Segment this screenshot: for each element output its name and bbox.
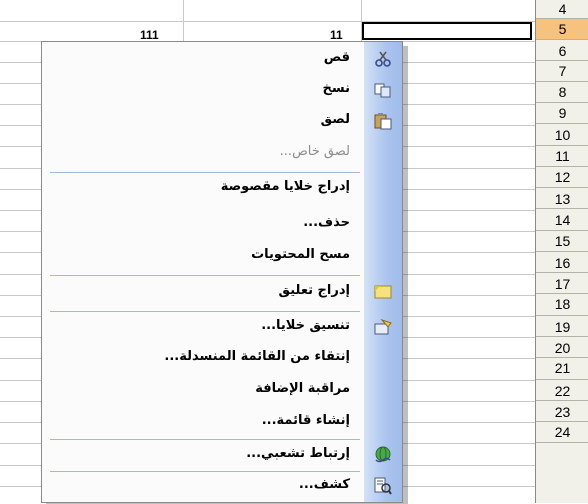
cell-value[interactable]: 11 [330,28,343,42]
menu-separator [50,439,360,440]
menu-item-pick-from-list[interactable]: إنتقاء من القائمة المنسدلة... [42,347,402,370]
menu-item-delete[interactable]: حذف... [42,213,402,236]
menu-separator [50,311,360,312]
menu-separator [50,275,360,276]
row-header[interactable]: 10 [536,124,588,146]
hyperlink-icon [373,446,393,464]
row-header[interactable]: 15 [536,231,588,252]
row-header[interactable]: 17 [536,273,588,294]
format-cells-icon [373,318,393,336]
paste-icon [373,112,393,130]
menu-item-label: إنشاء قائمة... [261,413,350,428]
row-header[interactable]: 12 [536,167,588,188]
row-header[interactable]: 18 [536,294,588,316]
row-header[interactable]: 19 [536,316,588,337]
scissors-icon [373,50,393,68]
lookup-icon [373,477,393,495]
menu-item-label: حذف... [303,215,350,230]
row-header[interactable]: 20 [536,337,588,358]
menu-item-label: إدراج تعليق [278,283,350,298]
menu-item-label: لصق خاص... [279,144,350,159]
menu-item-insert-cut-cells[interactable]: إدراج خلايا مقصوصة [42,177,402,200]
menu-item-label: تنسيق خلايا... [261,318,350,333]
menu-item-lookup[interactable]: كشف... [42,475,402,498]
row-header[interactable]: 21 [536,358,588,380]
menu-item-add-watch[interactable]: مراقبة الإضافة [42,379,402,402]
row-header[interactable]: 14 [536,209,588,231]
selected-cell[interactable] [362,22,532,40]
menu-item-clear-contents[interactable]: مسح المحتويات [42,245,402,268]
menu-item-insert-comment[interactable]: إدراج تعليق [42,281,402,304]
menu-item-label: قص [323,50,350,65]
menu-item-paste[interactable]: لصق [42,110,402,133]
menu-separator [50,471,360,472]
menu-item-label: كشف... [298,477,350,492]
row-header[interactable]: 23 [536,401,588,422]
menu-separator [50,172,360,173]
menu-item-label: إدراج خلايا مقصوصة [220,179,350,194]
row-header[interactable]: 22 [536,380,588,401]
row-header[interactable]: 7 [536,61,588,82]
menu-item-label: لصق [320,112,350,127]
menu-item-label: إرتباط تشعبي... [246,446,350,461]
menu-item-label: إنتقاء من القائمة المنسدلة... [164,349,350,364]
menu-item-create-list[interactable]: إنشاء قائمة... [42,411,402,434]
menu-item-paste-special[interactable]: لصق خاص... [42,142,402,165]
row-header[interactable]: 8 [536,82,588,103]
comment-icon [373,283,393,301]
menu-item-label: مراقبة الإضافة [255,381,350,396]
row-header[interactable]: 6 [536,40,588,61]
row-header[interactable]: 24 [536,422,588,443]
row-header[interactable]: 16 [536,252,588,273]
menu-item-label: نسخ [322,81,350,96]
copy-icon [373,81,393,99]
cell-value[interactable]: 111 [140,28,159,42]
menu-item-copy[interactable]: نسخ [42,79,402,102]
row-header-active[interactable]: 5 [536,19,588,40]
menu-item-label: مسح المحتويات [251,247,350,262]
context-menu: قص نسخ لصق لصق خاص... إدراج خلايا مقصوصة… [41,41,403,503]
row-header[interactable]: 13 [536,188,588,209]
menu-item-cut[interactable]: قص [42,48,402,71]
menu-item-hyperlink[interactable]: إرتباط تشعبي... [42,444,402,467]
row-headers: 4 5 6 7 8 9 10 11 12 13 14 15 16 17 18 1… [535,0,588,503]
row-header[interactable]: 9 [536,103,588,124]
row-header[interactable]: 4 [536,0,588,19]
menu-item-format-cells[interactable]: تنسيق خلايا... [42,316,402,339]
row-header[interactable]: 11 [536,146,588,167]
